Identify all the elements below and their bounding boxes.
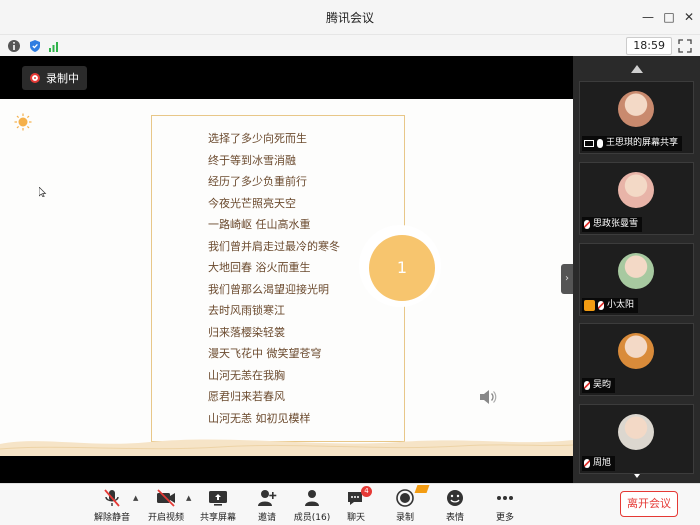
poem-line: 经历了多少负重前行 [208,175,307,188]
poem-line: 山河无恙 如初见模样 [208,411,311,425]
slide-bottom-wave [0,439,573,456]
sun-icon [14,113,32,131]
participant-tile[interactable]: 吴昀 [579,323,694,396]
poem-line: 愿君归来若春风 [208,390,285,403]
app-title: 腾讯会议 [325,11,374,25]
screen-share-icon [584,140,594,147]
poem-line: 大地回春 浴火而重生 [208,261,311,274]
record-corner-badge [414,485,430,493]
share-screen-button[interactable]: 共享屏幕 [193,488,243,524]
poem-line: 终于等到冰雪消融 [208,153,296,167]
fullscreen-icon[interactable] [678,39,692,53]
unmute-button[interactable]: 解除静音 [87,488,137,524]
avatar [618,253,654,289]
more-label: 更多 [495,513,514,523]
recording-label: 录制中 [46,72,79,85]
participant-name: 小太阳 [607,300,635,310]
info-icon[interactable] [7,39,21,53]
members-label: 成员(16) [293,513,331,523]
participant-name-tag: 周旭 [582,456,616,471]
record-button[interactable]: 录制 [380,485,430,524]
record-icon [396,489,414,507]
start-video-button[interactable]: 开启视频 [141,488,191,524]
signal-icon[interactable] [47,39,61,53]
avatar [618,172,654,208]
more-icon [497,496,513,500]
shield-icon[interactable] [28,39,42,53]
invite-icon [258,490,277,506]
scroll-up-icon[interactable] [631,65,643,73]
participant-tile[interactable]: 王思琪的屏幕共享 [579,81,694,154]
poem-line: 归来落樱染轻裳 [208,325,285,339]
poem-line: 今夜光芒照亮天空 [208,196,296,210]
participant-name-tag: 小太阳 [582,298,639,313]
camera-off-icon [157,489,175,507]
mouse-cursor-icon [39,187,47,197]
participant-name-tag: 吴昀 [582,378,616,393]
participant-name: 王思琪的屏幕共享 [606,138,679,148]
participant-tile[interactable]: 思政张曼雪 [579,162,694,235]
record-label: 录制 [395,513,414,523]
presentation-slide: 1 选择了多少向死而生 终于等到冰雪消融 经历了多少负重前行 今夜光芒照亮天空一路崎岖… [0,99,573,456]
poem-line: 我们曾那么渴望迎接光明 [208,282,329,296]
more-button[interactable]: 更多 [480,488,530,524]
emoji-label: 表情 [445,513,464,523]
title-bar: 腾讯会议 — □ ✕ [0,0,700,34]
participant-tile[interactable]: 小太阳 [579,243,694,316]
poem-line: 山河无恙在我胸 [208,368,285,382]
poem-line: 一路崎岖 任山高水重 [208,218,311,231]
unmute-label: 解除静音 [93,513,130,523]
emoji-icon [447,490,463,506]
participant-name: 周旭 [593,458,612,468]
host-badge-icon [584,300,595,311]
mic-muted-icon [584,220,590,229]
emoji-button[interactable]: 表情 [430,488,480,524]
mic-icon [597,139,603,148]
invite-label: 邀请 [257,513,276,523]
record-dot-icon [30,73,40,83]
participant-name-tag: 王思琪的屏幕共享 [582,136,683,151]
status-bar: 18:59 [0,34,700,56]
slide-number-badge: 1 [369,235,435,301]
chat-button[interactable]: 聊天 4 [331,486,381,524]
mic-muted-icon [584,381,590,390]
minimize-icon[interactable]: — [640,9,656,25]
audio-options-icon[interactable]: ▲ [133,494,141,502]
participant-name-tag: 思政张曼雪 [582,217,643,232]
participant-name: 吴昀 [593,380,612,390]
avatar [618,91,654,127]
invite-button[interactable]: 邀请 [242,488,292,524]
mic-muted-icon [584,459,590,468]
participant-name: 思政张曼雪 [593,219,639,229]
close-icon[interactable]: ✕ [681,9,697,25]
recording-indicator: 录制中 [22,66,87,90]
speaker-icon[interactable] [478,388,498,406]
collapse-sidebar-button[interactable]: › [561,264,573,294]
members-icon [305,490,319,506]
mic-muted-icon [104,489,120,507]
members-button[interactable]: 成员(16) [287,488,337,524]
bottom-toolbar: 解除静音 ▲ 开启视频 ▲ 共享屏幕 邀请 成员(16) 聊天 4 录制 表情 … [0,483,700,525]
avatar [618,414,654,450]
maximize-icon[interactable]: □ [661,9,677,25]
poem-line: 我们曾并肩走过最冷的寒冬 [208,239,340,253]
start-video-label: 开启视频 [147,513,184,523]
mic-muted-icon [598,301,604,310]
leave-meeting-button[interactable]: 离开会议 [620,491,678,517]
poem-line: 去时风雨锁寒江 [208,304,285,317]
chat-unread-badge: 4 [361,486,372,497]
avatar [618,333,654,369]
share-screen-icon [209,491,227,506]
participant-tile[interactable]: 周旭 [579,404,694,474]
meeting-clock: 18:59 [626,37,672,55]
poem-line: 选择了多少向死而生 [208,132,307,145]
share-screen-label: 共享屏幕 [199,513,236,523]
poem-line: 漫天飞花中 微笑望苍穹 [208,347,322,360]
chat-label: 聊天 [346,513,365,523]
